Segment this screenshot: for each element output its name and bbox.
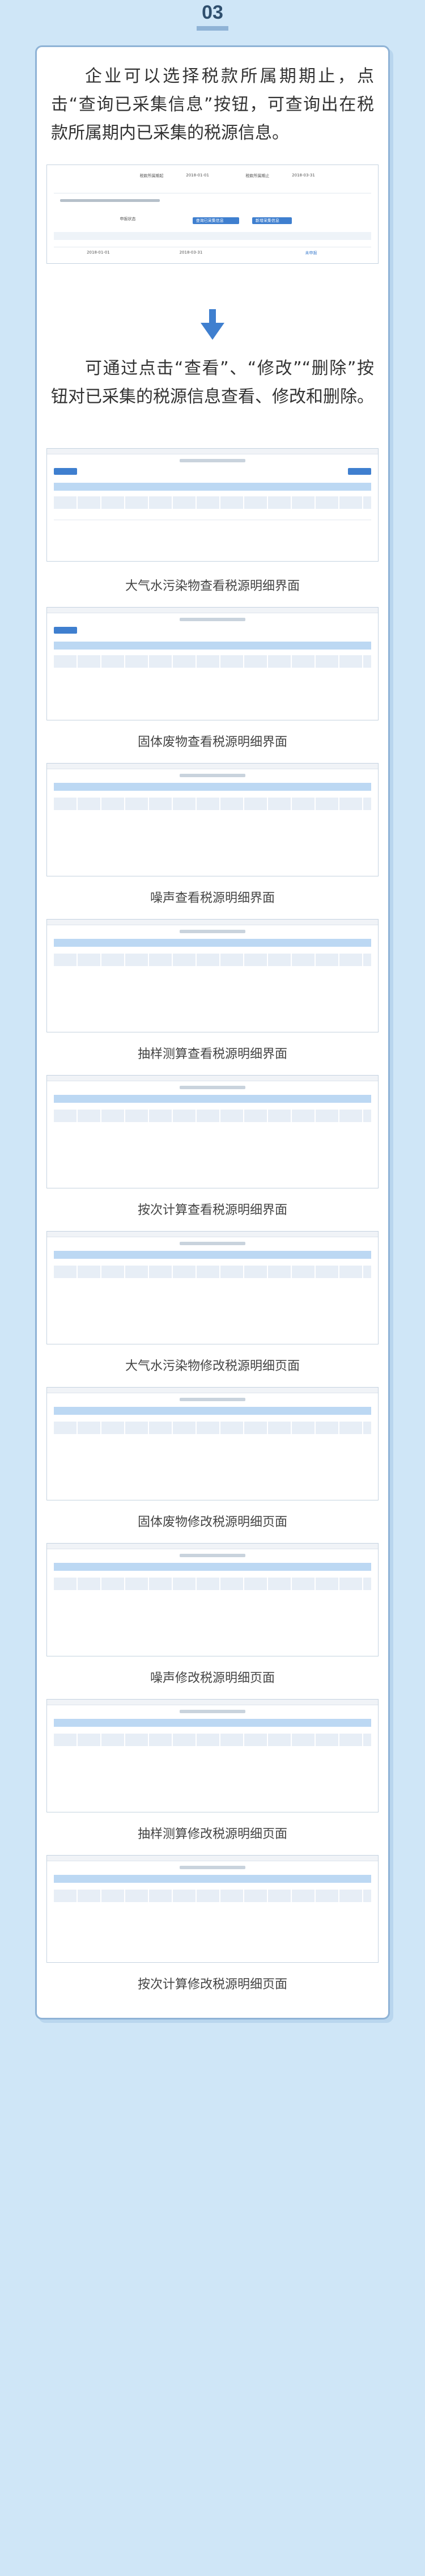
titlebar [47,1076,378,1081]
titlebar [47,764,378,769]
solid-waste-edit-screenshot [46,1387,379,1500]
data-cells [53,798,372,810]
row-cell-status: 未申报 [305,251,317,255]
label-end: 税款所属期止 [245,174,270,178]
divider [53,515,372,520]
divider [53,188,372,193]
caption-6: 大气水污染物修改税源明细页面 [125,1359,300,1373]
section-3-intro: 企业可以选择税款所属期期止，点击“查询已采集信息”按钮，可查询出在税款所属期内已… [51,66,374,143]
noise-view-screenshot [46,763,379,876]
titlebar [47,1232,378,1237]
status-label: 申报状态 [120,217,136,221]
caption-3: 噪声查看税源明细界面 [150,891,275,905]
data-cells [53,1266,372,1278]
data-cells [53,1734,372,1746]
titlebar [47,1700,378,1705]
caption-5: 按次计算查看税源明细界面 [137,1203,287,1217]
table-header [53,232,372,240]
noise-edit-screenshot [46,1543,379,1656]
caption-2: 固体废物查看税源明细界面 [137,735,287,749]
back-button[interactable] [53,468,77,475]
per-time-view-screenshot [46,1075,379,1188]
screen-title [179,1242,246,1245]
placeholder-text [60,199,160,202]
info-bar [53,1719,372,1727]
data-cells [53,1422,372,1434]
info-bar [53,483,372,491]
titlebar [47,1388,378,1393]
caption-9: 抽样测算修改税源明细页面 [137,1827,287,1841]
screen-title [179,1398,246,1401]
screen-title [179,1086,246,1089]
screen-title [179,774,246,777]
arrow-down-icon [201,309,224,340]
info-bar [53,783,372,791]
info-bar [53,642,372,650]
section-3-middle-text: 可通过点击“查看”、“修改”“删除”按钮对已采集的税源信息查看、修改和删除。 [51,359,374,407]
screen-title [179,1554,246,1557]
screen-title [179,930,246,933]
info-bar [53,1875,372,1883]
query-screenshot: 税款所属期起 2018-01-01 税款所属期止 2018-03-31 申报状态… [46,165,379,264]
info-bar [53,1407,372,1415]
data-cells [53,954,372,966]
air-water-edit-screenshot [46,1231,379,1344]
query-button-label: 查询已采集信息 [196,218,224,223]
titlebar [47,608,378,613]
sampling-view-screenshot [46,919,379,1032]
info-bar [53,1563,372,1571]
row-cell-start: 2018-01-01 [87,250,110,255]
screen-title [179,1866,246,1869]
section-number-badge: 03 [184,0,241,33]
caption-7: 固体废物修改税源明细页面 [137,1515,287,1529]
data-cells [53,1110,372,1122]
caption-10: 按次计算修改税源明细页面 [137,1978,287,1992]
back-button[interactable] [53,627,77,634]
caption-8: 噪声修改税源明细页面 [150,1671,275,1685]
table-row[interactable] [53,242,372,247]
titlebar [47,1544,378,1549]
solid-waste-view-screenshot [46,607,379,720]
screen-title [179,459,246,462]
label-start: 税款所属期起 [139,174,164,178]
data-cells [53,496,372,509]
caption-1: 大气水污染物查看税源明细界面 [125,579,300,593]
info-bar [53,939,372,947]
end-value: 2018-03-31 [292,173,315,178]
data-cells [53,1578,372,1590]
start-value: 2018-01-01 [186,173,209,178]
titlebar [47,1856,378,1861]
article-page: 03 企业可以选择税款所属期期止，点击“查询已采集信息”按钮，可查询出在税款所属… [0,0,425,2576]
air-water-view-screenshot [46,448,379,562]
row-cell-end: 2018-03-31 [179,250,203,255]
info-bar [53,1251,372,1259]
data-cells [53,655,372,668]
screen-title [179,618,246,621]
data-cells [53,1890,372,1902]
badge-underline [197,26,228,31]
caption-4: 抽样测算查看税源明细界面 [137,1047,287,1061]
titlebar [47,449,378,454]
titlebar [47,920,378,925]
info-bar [53,1095,372,1103]
add-button-label: 新增采集信息 [255,218,279,223]
screen-title [179,1710,246,1713]
section-number: 03 [202,2,223,23]
action-button[interactable] [348,468,372,475]
per-time-edit-screenshot [46,1855,379,1963]
sampling-edit-screenshot [46,1699,379,1812]
